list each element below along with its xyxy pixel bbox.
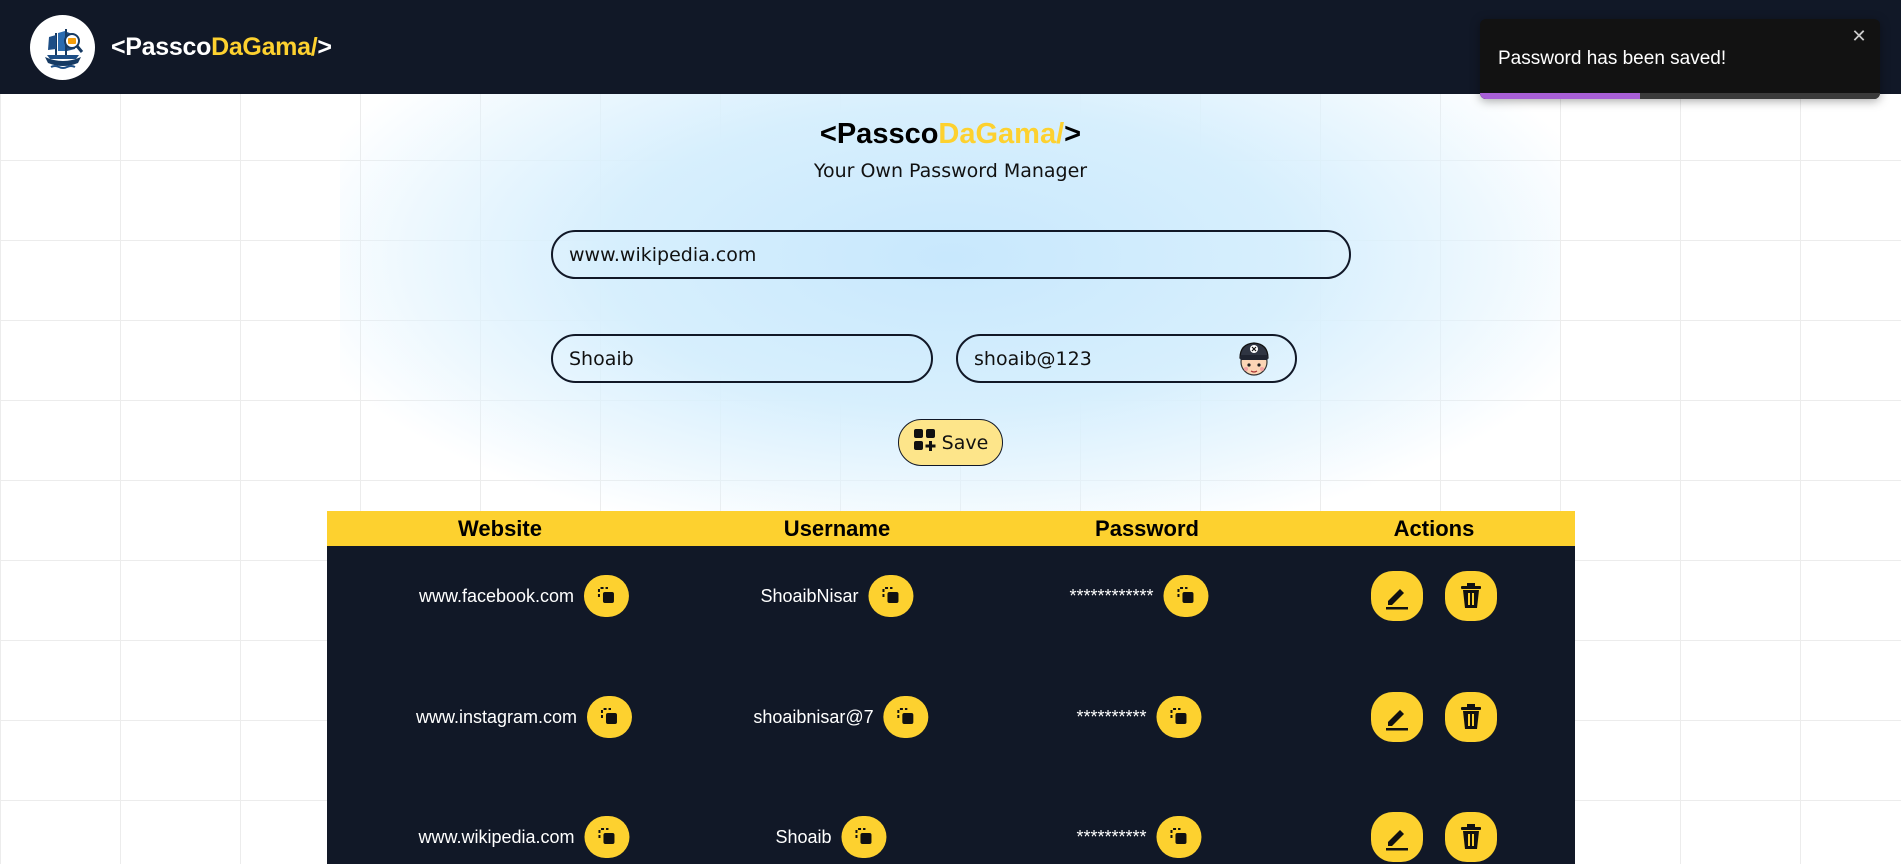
title-open: <Passco (819, 118, 939, 150)
copy-icon[interactable] (1156, 816, 1202, 858)
toast-message: Password has been saved! (1498, 48, 1727, 69)
header-website: Website (458, 516, 542, 541)
brand-accent: DaGama/ (211, 32, 318, 61)
website-text: www.facebook.com (418, 585, 575, 606)
username-cell: shoaibnisar@7 (753, 687, 929, 747)
table-row: www.facebook.com ShoaibNisar ***********… (327, 566, 1575, 626)
title-accent: DaGama/ (938, 118, 1065, 150)
delete-icon[interactable] (1445, 571, 1497, 621)
copy-icon[interactable] (584, 816, 630, 858)
close-icon[interactable]: ✕ (1848, 26, 1870, 48)
page-title: <PasscoDaGama/> (0, 118, 1901, 151)
header-password: Password (1095, 516, 1199, 541)
delete-icon[interactable] (1445, 692, 1497, 742)
toast-notification: Password has been saved! ✕ (1480, 19, 1880, 99)
copy-icon[interactable] (1156, 696, 1202, 738)
password-text: ********** (1076, 826, 1147, 847)
edit-icon[interactable] (1371, 692, 1423, 742)
title-close: > (1064, 118, 1082, 150)
website-text: www.wikipedia.com (418, 826, 575, 847)
brand-open: <Passco (111, 32, 212, 61)
passwords-table: Website Username Password Actions www.fa… (327, 511, 1575, 864)
username-cell: Shoaib (775, 807, 887, 864)
brand-close: > (317, 32, 332, 61)
website-cell: www.facebook.com (418, 566, 630, 626)
copy-icon[interactable] (868, 575, 914, 617)
header-username: Username (783, 516, 891, 541)
header-actions: Actions (1393, 516, 1475, 541)
password-text: ********** (1076, 706, 1147, 727)
copy-icon[interactable] (584, 575, 630, 617)
copy-icon[interactable] (841, 816, 887, 858)
copy-icon[interactable] (587, 696, 633, 738)
password-cell: ************ (1069, 566, 1209, 626)
show-password-toggle-icon[interactable] (1234, 337, 1274, 379)
website-text: www.instagram.com (415, 706, 578, 727)
save-button-label: Save (941, 431, 989, 454)
brand-logo-text[interactable]: <PasscoDaGama/> (111, 33, 332, 62)
save-button[interactable]: Save (898, 419, 1003, 466)
actions-cell (1371, 566, 1497, 626)
add-grid-icon (913, 428, 937, 457)
username-text: ShoaibNisar (760, 585, 859, 606)
password-text: ************ (1069, 585, 1154, 606)
password-cell: ********** (1076, 807, 1202, 864)
table-row: www.instagram.com shoaibnisar@7 ********… (327, 687, 1575, 747)
website-cell: www.instagram.com (415, 687, 633, 747)
ship-logo-icon[interactable] (30, 14, 95, 80)
table-row: www.wikipedia.com Shoaib ********** (327, 807, 1575, 864)
page-subtitle: Your Own Password Manager (813, 160, 1088, 182)
edit-icon[interactable] (1371, 812, 1423, 862)
username-text: Shoaib (775, 826, 832, 847)
copy-icon[interactable] (883, 696, 929, 738)
edit-icon[interactable] (1371, 571, 1423, 621)
delete-icon[interactable] (1445, 812, 1497, 862)
actions-cell (1371, 687, 1497, 747)
toast-progress-track (1480, 93, 1880, 99)
actions-cell (1371, 807, 1497, 864)
table-header: Website Username Password Actions (327, 511, 1575, 546)
username-text: shoaibnisar@7 (753, 706, 874, 727)
copy-icon[interactable] (1163, 575, 1209, 617)
username-input[interactable] (551, 334, 933, 383)
website-cell: www.wikipedia.com (418, 807, 630, 864)
toast-progress-bar (1480, 93, 1640, 99)
website-input[interactable] (551, 230, 1351, 279)
password-cell: ********** (1076, 687, 1202, 747)
username-cell: ShoaibNisar (760, 566, 914, 626)
